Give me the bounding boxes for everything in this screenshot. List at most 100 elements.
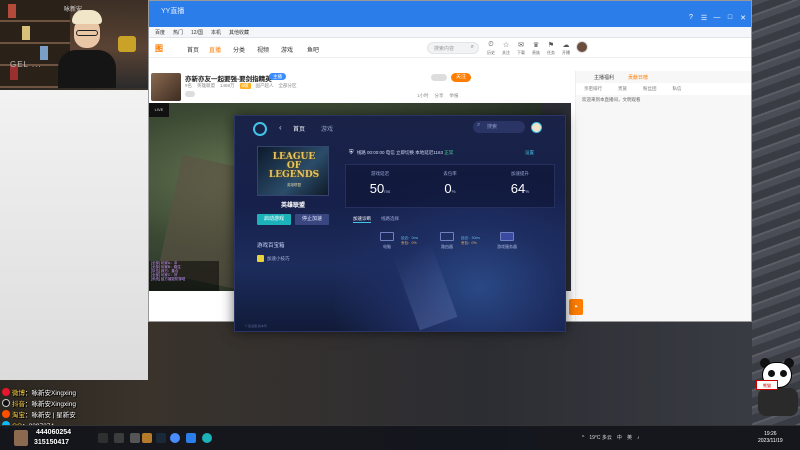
- taskbar-clock[interactable]: 19:26 2023/11/19: [758, 431, 783, 445]
- close-button[interactable]: ✕: [739, 14, 747, 22]
- steam-icon[interactable]: [156, 433, 166, 443]
- webcam-feed: 咏新安 GEL ...: [0, 0, 158, 88]
- nav-live[interactable]: 直播: [209, 45, 221, 54]
- nav-home[interactable]: 首页: [187, 45, 199, 54]
- launcher-logo-icon[interactable]: [253, 122, 267, 136]
- tray-expand-icon[interactable]: ^: [582, 435, 584, 441]
- metric-packet-loss: 丢包率 0%: [443, 171, 457, 196]
- follow-icon[interactable]: ☆ 关注: [498, 41, 514, 56]
- room-meta-item[interactable]: 全部分区: [279, 83, 297, 89]
- streamer-avatar[interactable]: [151, 73, 181, 101]
- taskbar: ^ 19°C 多云 中 英 ♪ 19:26 2023/11/19: [0, 425, 800, 450]
- diag-tab[interactable]: 加速诊断: [353, 216, 371, 223]
- settings-button[interactable]: 设置: [525, 150, 534, 156]
- share-button[interactable]: 分享: [435, 93, 444, 99]
- browser-titlebar: YY直播 ? ☰ — □ ✕: [149, 1, 751, 27]
- download-icon[interactable]: ✉ 下载: [513, 41, 529, 56]
- follow-toggle[interactable]: [431, 74, 447, 81]
- side-subtab[interactable]: 亲密排行: [584, 86, 602, 92]
- room-wall-left: [0, 90, 148, 380]
- bookmark-bar: 百度 热门 12/国 本机 其他收藏: [149, 27, 751, 38]
- help-button[interactable]: ?: [687, 14, 695, 22]
- bookmark-item[interactable]: 12/国: [191, 29, 203, 36]
- launcher-footer: © 加速器 版本号: [245, 324, 267, 328]
- room-meta-item: 5级: [239, 83, 251, 89]
- follower-counter: 444060254 315150417: [14, 429, 80, 449]
- nav-game[interactable]: 游戏: [281, 45, 293, 54]
- shirt-text: GEL ...: [10, 60, 42, 69]
- menu-button[interactable]: ☰: [700, 14, 708, 22]
- taskbar-app-icon[interactable]: [130, 433, 140, 443]
- bookmark-item[interactable]: 百度: [155, 29, 165, 36]
- diag-tab[interactable]: 线路选择: [381, 216, 399, 223]
- gift-button[interactable]: ⚑: [569, 299, 583, 315]
- side-subtab[interactable]: 粉丝团: [643, 86, 657, 92]
- nav-category[interactable]: 分类: [233, 45, 245, 54]
- game-cover-title: LEAGUE OF LEGENDS: [268, 152, 320, 180]
- nav-video[interactable]: 视频: [257, 45, 269, 54]
- stop-accel-button[interactable]: 停止加速: [295, 214, 329, 225]
- bookmark-item[interactable]: 其他收藏: [229, 29, 249, 36]
- ime-indicator[interactable]: 中: [617, 434, 622, 441]
- minimize-button[interactable]: —: [713, 14, 721, 22]
- side-tab[interactable]: 贡献日榜: [628, 74, 648, 81]
- maximize-button[interactable]: □: [726, 14, 734, 22]
- side-tabs: 主播福利 贡献日榜: [576, 71, 751, 83]
- browser-taskbar-icon[interactable]: [186, 433, 196, 443]
- game-cover-subtitle: 英雄联盟: [287, 183, 301, 187]
- game-cover[interactable]: LEAGUE OF LEGENDS 英雄联盟: [257, 146, 329, 196]
- start-game-button[interactable]: 启动游戏: [257, 214, 291, 225]
- side-subtabs: 亲密排行 贵族 粉丝团 私信: [576, 83, 751, 95]
- back-icon[interactable]: ‹: [279, 123, 282, 132]
- report-button[interactable]: 举报: [450, 93, 459, 99]
- weather-widget[interactable]: 19°C 多云: [589, 434, 612, 441]
- search-icon[interactable]: ⌕: [477, 122, 480, 129]
- taskbar-app-icon[interactable]: [142, 433, 152, 443]
- site-logo[interactable]: 图: [155, 43, 167, 53]
- side-subtab[interactable]: 私信: [673, 86, 682, 92]
- social-weibo: 微博：咏新安Xingxing: [2, 387, 76, 397]
- room-meta-item[interactable]: 英雄联盟: [197, 83, 215, 89]
- accelerator-taskbar-icon[interactable]: [202, 433, 212, 443]
- douyin-icon: [2, 399, 10, 407]
- tool-icon: [257, 255, 264, 262]
- server-node: 游戏服务器: [497, 232, 517, 250]
- subscribe-toggle[interactable]: [185, 91, 195, 97]
- user-avatar[interactable]: [576, 41, 588, 53]
- task-icon[interactable]: ⚑ 任务: [543, 41, 559, 56]
- taskbar-app-icon[interactable]: [98, 433, 108, 443]
- system-tray: ^ 19°C 多云 中 英 ♪: [582, 434, 640, 442]
- counter-value-1: 444060254: [36, 429, 72, 436]
- broadcast-icon[interactable]: ☁ 开播: [558, 41, 574, 56]
- pc-node: 电脑: [377, 232, 397, 250]
- taskbar-app-icon[interactable]: [170, 433, 180, 443]
- history-icon[interactable]: ⏲ 历史: [483, 41, 499, 56]
- taskbar-app-icon[interactable]: [114, 433, 124, 443]
- nav-fishbar[interactable]: 鱼吧: [307, 45, 319, 54]
- volume-icon[interactable]: ♪: [637, 435, 640, 441]
- metric-latency: 游戏延迟 50ms: [369, 171, 391, 196]
- follow-button[interactable]: 关注: [451, 73, 471, 82]
- room-meta-item: 国产超人: [255, 83, 274, 88]
- noble-icon[interactable]: ♛ 贵族: [528, 41, 544, 56]
- shield-icon: ⛨: [349, 150, 354, 156]
- toolbox-item[interactable]: 加速小技巧: [257, 255, 290, 262]
- accelerator-window: ‹ 首页 游戏 ⌕ 搜索 LEAGUE OF LEGENDS 英雄联盟 英雄联盟…: [234, 115, 566, 332]
- bookmark-item[interactable]: 本机: [211, 29, 221, 36]
- room-meta-item: #名: [185, 83, 193, 88]
- launcher-tab-game[interactable]: 游戏: [321, 124, 333, 133]
- site-search-input[interactable]: 搜索内容 ⌕: [427, 42, 479, 54]
- clock-date: 2023/11/19: [758, 438, 783, 444]
- streamer-person: [58, 10, 116, 88]
- search-icon[interactable]: ⌕: [471, 44, 474, 51]
- launcher-avatar[interactable]: [531, 122, 542, 133]
- bookmark-item[interactable]: 热门: [173, 29, 183, 36]
- launcher-search-input[interactable]: ⌕ 搜索: [473, 121, 525, 133]
- diagnosis-tabs: 加速诊断 线路选择: [353, 216, 399, 223]
- side-tab[interactable]: 主播福利: [594, 74, 614, 81]
- ime-indicator[interactable]: 英: [627, 434, 632, 441]
- room-stat: 1小时: [417, 93, 429, 98]
- side-subtab[interactable]: 贵族: [618, 86, 627, 92]
- metric-boost: 加速提升 64%: [510, 171, 530, 196]
- launcher-tab-home[interactable]: 首页: [293, 124, 305, 133]
